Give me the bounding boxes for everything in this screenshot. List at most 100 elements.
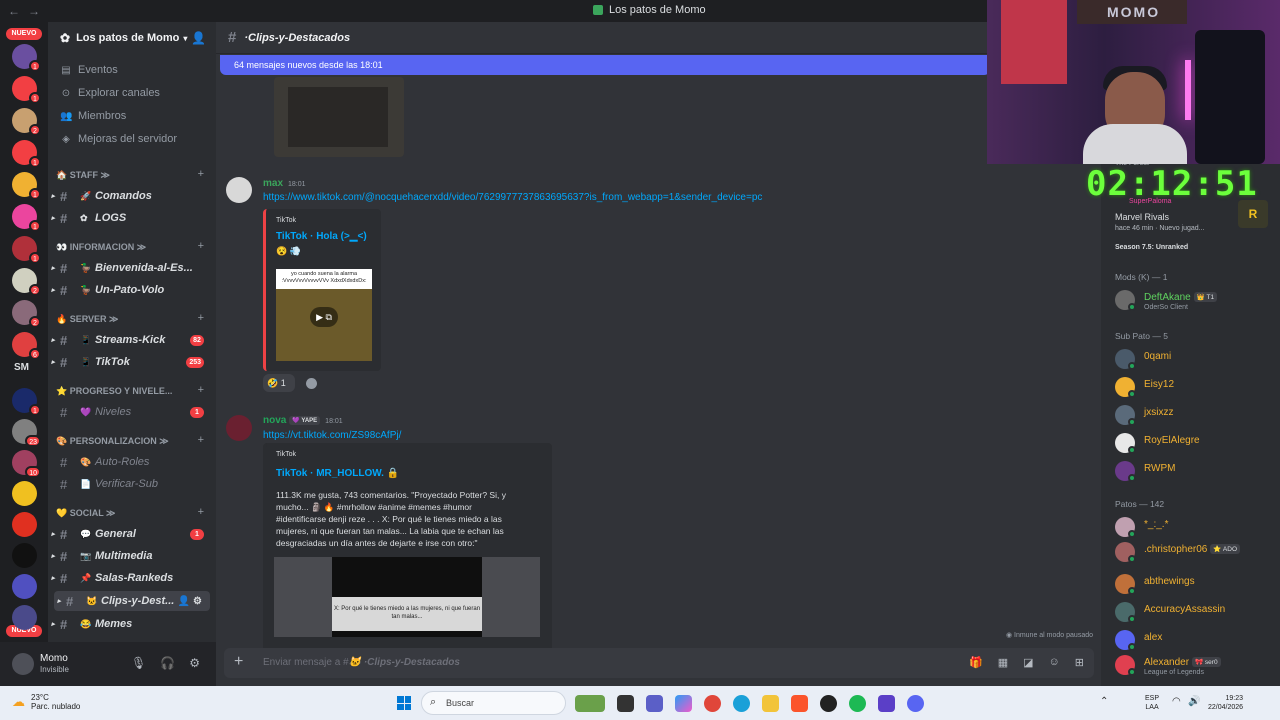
language-indicator[interactable]: ESP LAA	[1145, 694, 1159, 712]
server-sm-label[interactable]: SM	[14, 362, 29, 373]
category-header[interactable]: 🎨 PERSONALIZACION ≫	[56, 436, 169, 447]
member-item[interactable]: Alexander 🎀 ser0 League of Legends	[1115, 654, 1275, 678]
member-item[interactable]: .christopher06 ⭐ ADO	[1115, 541, 1275, 565]
sticker-icon[interactable]: ◪	[1023, 656, 1033, 669]
server-icon[interactable]: 1	[12, 388, 41, 416]
member-item[interactable]: alex	[1115, 629, 1275, 653]
message-link[interactable]: https://vt.tiktok.com/ZS98cAfPj/	[263, 430, 401, 441]
copilot-icon[interactable]	[675, 695, 692, 712]
apps-icon[interactable]: ⊞	[1075, 656, 1084, 669]
gif-icon[interactable]: ▦	[998, 656, 1008, 669]
channel-item[interactable]: ▸ # 😂 Memes	[48, 614, 216, 634]
create-channel-icon[interactable]: +	[198, 384, 204, 396]
server-icon[interactable]: 1	[12, 204, 41, 232]
member-item[interactable]: RWPM	[1115, 460, 1275, 484]
invite-people-icon[interactable]: 👤	[191, 31, 206, 45]
reaction-pill[interactable]: 🤣 1	[263, 374, 295, 392]
member-item[interactable]: AccuracyAssassin	[1115, 601, 1275, 625]
taskbar-clock[interactable]: 19:23 22/04/2026	[1208, 694, 1243, 712]
avatar[interactable]	[12, 653, 34, 675]
server-icon[interactable]: 23	[12, 419, 41, 447]
server-icon[interactable]	[12, 512, 37, 537]
nav-compass[interactable]: ⊙ Explorar canales	[60, 87, 160, 99]
server-icon[interactable]: 1	[12, 44, 41, 72]
create-channel-icon[interactable]: +	[198, 434, 204, 446]
channel-item[interactable]: # 🎨 Auto-Roles	[48, 452, 216, 472]
channel-settings-icon[interactable]: 👤 ⚙	[178, 596, 202, 607]
server-icon[interactable]	[12, 574, 37, 599]
nav-boost[interactable]: ◈ Mejoras del servidor	[60, 133, 177, 145]
volume-icon[interactable]: 🔊	[1188, 696, 1200, 707]
channel-item[interactable]: ▸ # 💬 General 1	[48, 524, 216, 544]
spotify-icon[interactable]	[849, 695, 866, 712]
server-icon[interactable]: 1	[12, 172, 41, 200]
channel-item[interactable]: ▸ # 📷 Multimedia	[48, 546, 216, 566]
channel-item[interactable]: ▸ # 🐱 Clips-y-Dest... 👤 ⚙	[54, 591, 210, 611]
server-icon[interactable]	[12, 543, 37, 568]
member-item[interactable]: Eisy12	[1115, 376, 1275, 400]
gift-icon[interactable]: 🎁	[969, 656, 983, 669]
channel-item[interactable]: ▸ # 🚀 Comandos	[48, 186, 216, 206]
add-reaction-icon[interactable]	[306, 378, 317, 389]
channel-item[interactable]: # 💜 Niveles 1	[48, 402, 216, 422]
message-link[interactable]: https://www.tiktok.com/@nocquehacerxdd/v…	[263, 192, 762, 203]
author-name[interactable]: nova	[263, 415, 286, 426]
edge-icon[interactable]	[733, 695, 750, 712]
landscape-app-icon[interactable]	[575, 695, 605, 712]
embed-video[interactable]: X: Por qué le tienes miedo a las mujeres…	[274, 557, 540, 637]
member-item[interactable]: jxsixzz	[1115, 404, 1275, 428]
channel-item[interactable]: ▸ # 📱 TikTok 253	[48, 352, 216, 372]
taskbar-search[interactable]: ⌕ Buscar	[421, 691, 566, 715]
chrome-icon[interactable]	[704, 695, 721, 712]
chevron-up-icon[interactable]: ⌃	[1100, 696, 1108, 707]
grid-app-icon[interactable]	[878, 695, 895, 712]
channel-item[interactable]: ▸ # 📱 Streams-Kick 82	[48, 330, 216, 350]
embed-title[interactable]: TikTok · MR_HOLLOW. 🔒	[276, 468, 399, 479]
create-channel-icon[interactable]: +	[198, 312, 204, 324]
category-header[interactable]: 💛 SOCIAL ≫	[56, 508, 115, 519]
avatar[interactable]	[226, 177, 252, 203]
category-header[interactable]: 🔥 SERVER ≫	[56, 314, 118, 325]
create-channel-icon[interactable]: +	[198, 168, 204, 180]
server-icon[interactable]: 6	[12, 332, 41, 360]
server-icon[interactable]: 2	[12, 268, 41, 296]
create-channel-icon[interactable]: +	[198, 240, 204, 252]
gear-icon[interactable]: ⚙	[189, 656, 200, 670]
windows-start-icon[interactable]	[397, 696, 411, 710]
category-header[interactable]: ⭐ PROGRESO Y NIVELE...	[56, 386, 172, 397]
member-item[interactable]: DeftAkane 👑 T1 OderSo Client	[1115, 289, 1275, 313]
server-icon[interactable]: 10	[12, 450, 41, 478]
back-forward-arrows[interactable]: ←→	[8, 4, 48, 18]
embed-provider[interactable]: TikTok	[276, 217, 296, 224]
weather-widget[interactable]: ☁ 23°C Parc. nublado	[12, 693, 80, 711]
brave-icon[interactable]	[791, 695, 808, 712]
category-header[interactable]: 👀 INFORMACION ≫	[56, 242, 146, 253]
avatar[interactable]	[226, 415, 252, 441]
previous-video-thumbnail[interactable]	[274, 77, 404, 157]
embed-title[interactable]: TikTok · Hola (>▁<)	[276, 231, 367, 242]
emoji-icon[interactable]: ☺	[1049, 656, 1060, 669]
microphone-icon[interactable]: 🎙	[131, 656, 146, 670]
wifi-icon[interactable]: ◠	[1172, 696, 1181, 707]
new-messages-bar[interactable]: 64 mensajes nuevos desde las 18:01	[220, 55, 990, 75]
app-icon[interactable]	[820, 695, 837, 712]
channel-item[interactable]: ▸ # 🦆 Bienvenida-al-Es...	[48, 258, 216, 278]
member-item[interactable]: RoyElAlegre	[1115, 432, 1275, 456]
channel-item[interactable]: ▸ # ✿ LOGS	[48, 208, 216, 228]
new-servers-pill-top[interactable]: NUEVO	[6, 28, 42, 40]
server-icon[interactable]: 1	[12, 76, 41, 104]
author-name[interactable]: max	[263, 178, 283, 189]
terminal-icon[interactable]	[617, 695, 634, 712]
discord-icon[interactable]	[907, 695, 924, 712]
nav-calendar[interactable]: ▤ Eventos	[60, 64, 117, 76]
play-icon[interactable]: ▶ ⧉	[310, 307, 338, 327]
server-icon[interactable]: 1	[12, 236, 41, 264]
create-channel-icon[interactable]: +	[198, 506, 204, 518]
file-explorer-icon[interactable]	[762, 695, 779, 712]
server-icon[interactable]: 2	[12, 108, 41, 136]
channel-item[interactable]: ▸ # 🦆 Un-Pato-Volo	[48, 280, 216, 300]
server-icon[interactable]: 2	[12, 300, 41, 328]
add-attachment-icon[interactable]: +	[234, 653, 243, 671]
server-icon[interactable]	[12, 605, 37, 630]
embed-video[interactable]: yo cuando suena la alarma :VvvvVvvVvvvvV…	[276, 269, 372, 361]
